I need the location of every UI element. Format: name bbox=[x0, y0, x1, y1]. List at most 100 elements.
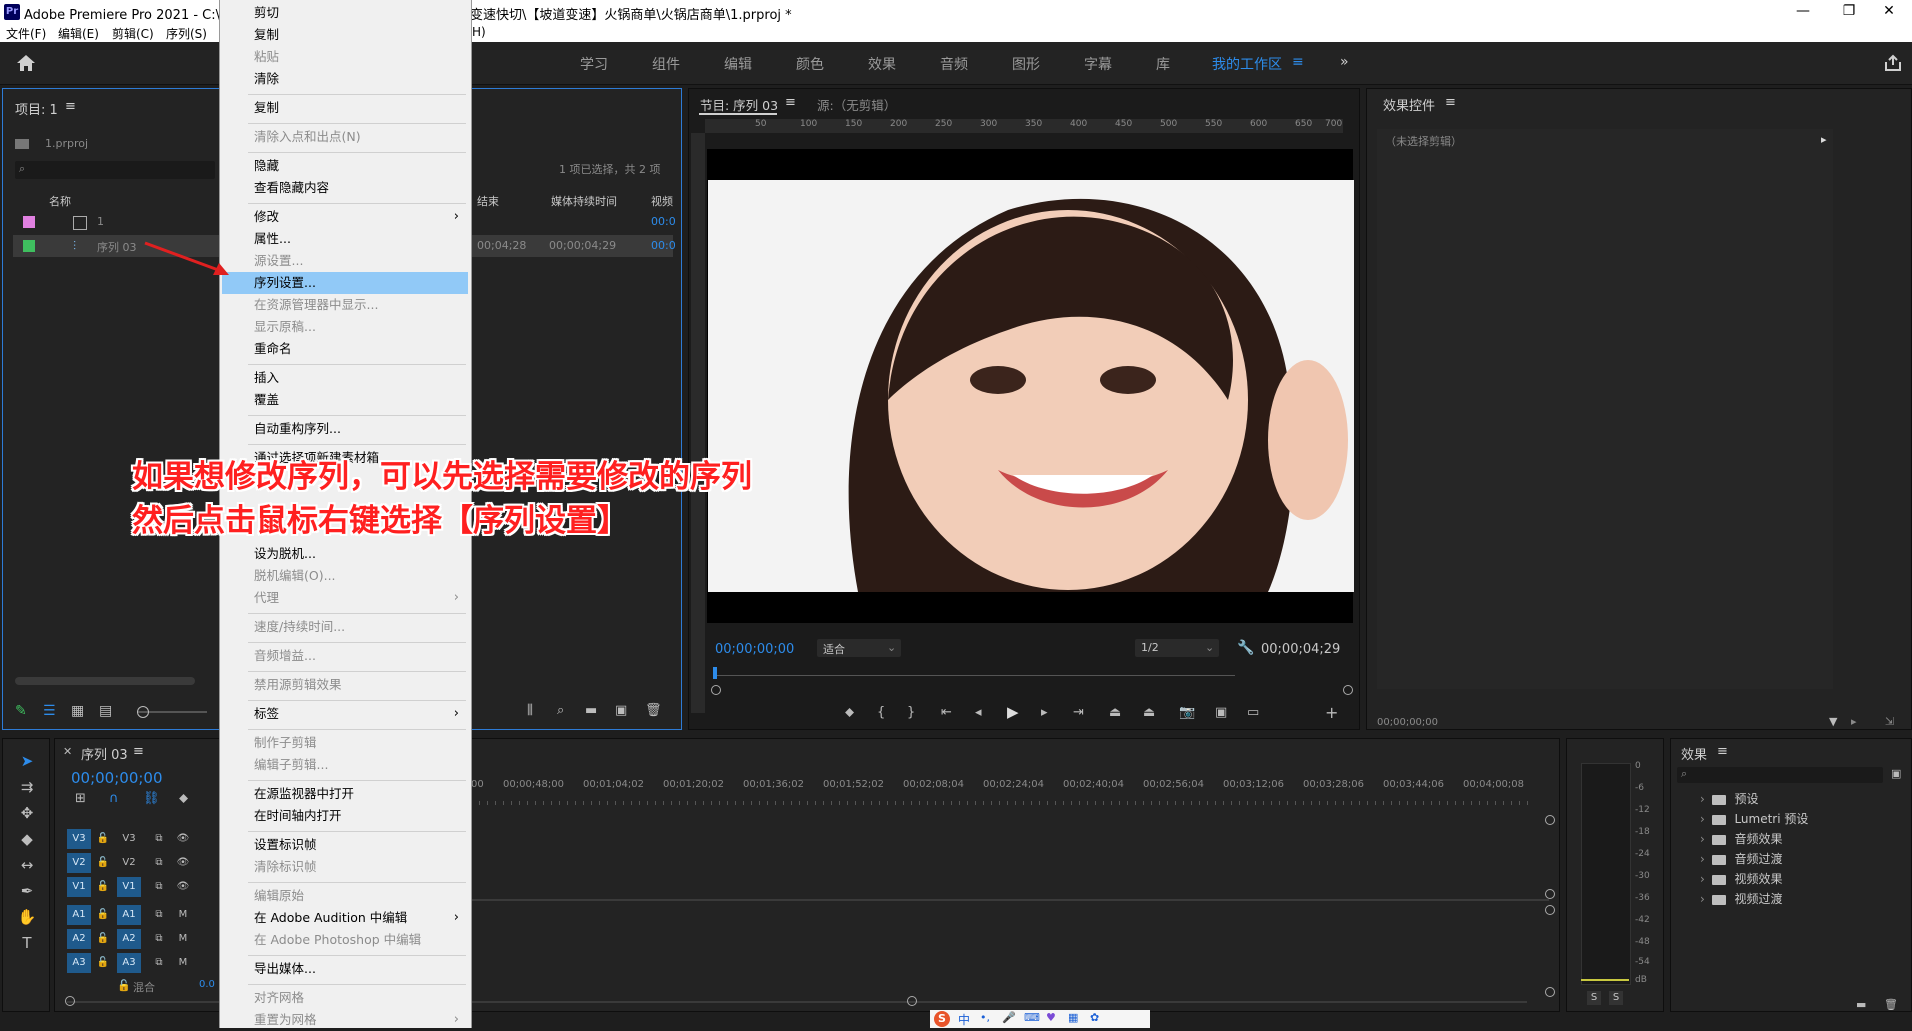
ctx-edit-in-photoshop[interactable]: 在 Adobe Photoshop 中编辑 bbox=[220, 929, 471, 951]
selection-tool-icon[interactable]: ➤ bbox=[17, 751, 37, 771]
settings-icon[interactable]: ✿ bbox=[1090, 1011, 1099, 1024]
track-target-v3[interactable]: V3 bbox=[67, 829, 91, 849]
ctx-hide[interactable]: 隐藏 bbox=[220, 155, 471, 177]
workspace-tab-editing[interactable]: 编辑 bbox=[724, 54, 752, 74]
go-to-out-icon[interactable]: ⇥ bbox=[1073, 705, 1084, 720]
freeform-view-icon[interactable]: ▤ bbox=[99, 703, 112, 719]
close-button[interactable]: ✕ bbox=[1866, 0, 1912, 24]
menu-file[interactable]: 文件(F) bbox=[6, 25, 46, 42]
source-monitor-tab[interactable]: 源:（无剪辑） bbox=[817, 95, 896, 114]
mic-icon[interactable]: 🎤 bbox=[1002, 1011, 1016, 1024]
new-bin-icon[interactable]: ▬ bbox=[585, 703, 597, 718]
scroll-handle[interactable] bbox=[1545, 889, 1555, 899]
track-target-a3[interactable]: A3 bbox=[67, 953, 91, 973]
ctx-copy[interactable]: 复制 bbox=[220, 24, 471, 46]
track-select-tool-icon[interactable]: ⇉ bbox=[17, 777, 37, 797]
timeline-menu-icon[interactable]: ≡ bbox=[133, 744, 144, 759]
ctx-make-subclip[interactable]: 制作子剪辑 bbox=[220, 732, 471, 754]
zoom-handle-right[interactable] bbox=[907, 996, 917, 1006]
column-header-duration[interactable]: 媒体持续时间 bbox=[551, 193, 617, 209]
linked-selection-icon[interactable]: ⛓ bbox=[143, 791, 160, 806]
list-view-icon[interactable]: ☰ bbox=[43, 703, 56, 719]
scroll-handle[interactable] bbox=[1545, 905, 1555, 915]
ctx-export-media[interactable]: 导出媒体... bbox=[220, 958, 471, 980]
sync-lock-icon[interactable]: ⧉ bbox=[147, 853, 171, 873]
eye-icon[interactable]: 👁 bbox=[171, 829, 195, 849]
workspace-tab-graphics[interactable]: 图形 bbox=[1012, 54, 1040, 74]
sync-lock-icon[interactable]: ⧉ bbox=[147, 953, 171, 973]
solo-left-button[interactable]: S bbox=[1587, 991, 1601, 1005]
effects-item-video-effects[interactable]: › 视频效果 bbox=[1700, 870, 1782, 887]
snap-icon[interactable]: ∩ bbox=[109, 791, 119, 806]
program-monitor-title[interactable]: 节目: 序列 03 bbox=[700, 95, 778, 114]
type-tool-icon[interactable]: T bbox=[17, 933, 37, 953]
sogou-ime-icon[interactable]: S bbox=[934, 1011, 950, 1027]
column-header-video[interactable]: 视频 bbox=[651, 193, 673, 209]
ctx-reveal-original[interactable]: 显示原稿... bbox=[220, 316, 471, 338]
effects-search-input[interactable]: ⌕ bbox=[1677, 767, 1883, 783]
ctx-label[interactable]: 标签 › bbox=[220, 703, 471, 725]
eye-icon[interactable]: 👁 bbox=[171, 853, 195, 873]
effects-item-audio-transitions[interactable]: › 音频过渡 bbox=[1700, 850, 1782, 867]
track-target-a2[interactable]: A2 bbox=[67, 929, 91, 949]
zoom-handle-left[interactable] bbox=[711, 685, 721, 695]
track-label-v1[interactable]: V1 bbox=[117, 877, 141, 897]
program-scrub-bar[interactable] bbox=[715, 675, 1235, 676]
safe-margins-icon[interactable]: ▭ bbox=[1247, 705, 1259, 720]
fit-dropdown[interactable]: 适合 ⌄ bbox=[817, 639, 901, 657]
minimize-button[interactable]: — bbox=[1780, 0, 1826, 24]
sync-lock-icon[interactable]: ⧉ bbox=[147, 929, 171, 949]
track-label-a3[interactable]: A3 bbox=[117, 953, 141, 973]
lift-icon[interactable]: ⏏ bbox=[1109, 705, 1121, 720]
effects-item-video-transitions[interactable]: › 视频过渡 bbox=[1700, 890, 1782, 907]
close-tab-icon[interactable]: ✕ bbox=[63, 745, 72, 758]
ctx-paste[interactable]: 粘贴 bbox=[220, 46, 471, 68]
find-icon[interactable]: ⌕ bbox=[557, 703, 564, 718]
program-playhead[interactable] bbox=[713, 667, 717, 679]
workspace-tab-captions[interactable]: 字幕 bbox=[1084, 54, 1112, 74]
pencil-icon[interactable]: ✎ bbox=[15, 703, 27, 719]
column-header-end[interactable]: 结束 bbox=[477, 193, 499, 209]
trash-icon[interactable]: 🗑 bbox=[1884, 998, 1898, 1011]
hand-tool-icon[interactable]: ✋ bbox=[17, 907, 37, 927]
project-search-input[interactable]: ⌕ bbox=[15, 161, 215, 179]
lock-icon[interactable]: 🔓 bbox=[91, 829, 115, 849]
zoom-handle-left[interactable] bbox=[65, 996, 75, 1006]
ctx-clear-in-out[interactable]: 清除入点和出点(N) bbox=[220, 126, 471, 148]
home-icon[interactable] bbox=[16, 54, 36, 72]
chevron-right-icon[interactable]: ▸ bbox=[1821, 133, 1827, 146]
quality-dropdown[interactable]: 1/2 ⌄ bbox=[1135, 639, 1219, 657]
track-target-v2[interactable]: V2 bbox=[67, 853, 91, 873]
ctx-make-offline[interactable]: 设为脱机... bbox=[220, 543, 471, 565]
mark-in-icon[interactable]: { bbox=[877, 705, 885, 720]
ripple-edit-tool-icon[interactable]: ✥ bbox=[17, 803, 37, 823]
toolbox-icon[interactable]: ▦ bbox=[1068, 1011, 1078, 1024]
go-to-in-icon[interactable]: ⇤ bbox=[941, 705, 952, 720]
mute-button[interactable]: M bbox=[171, 929, 195, 949]
keyboard-icon[interactable]: ⌨ bbox=[1024, 1011, 1040, 1024]
ctx-duplicate[interactable]: 复制 bbox=[220, 97, 471, 119]
workspace-tab-audio[interactable]: 音频 bbox=[940, 54, 968, 74]
workspace-tab-my-workspace[interactable]: 我的工作区 bbox=[1212, 54, 1282, 74]
sync-lock-icon[interactable]: ⧉ bbox=[147, 905, 171, 925]
menu-sequence[interactable]: 序列(S) bbox=[166, 25, 207, 42]
trash-icon[interactable]: 🗑 bbox=[645, 703, 662, 718]
lock-icon[interactable]: 🔓 bbox=[91, 877, 115, 897]
eye-icon[interactable]: 👁 bbox=[171, 877, 195, 897]
ctx-open-in-timeline[interactable]: 在时间轴内打开 bbox=[220, 805, 471, 827]
slip-tool-icon[interactable]: ↔ bbox=[17, 855, 37, 875]
ctx-clear-poster-frame[interactable]: 清除标识帧 bbox=[220, 856, 471, 878]
track-label-a1[interactable]: A1 bbox=[117, 905, 141, 925]
effect-controls-title[interactable]: 效果控件 bbox=[1383, 95, 1435, 114]
share-icon[interactable] bbox=[1884, 54, 1902, 72]
workspace-tab-libraries[interactable]: 库 bbox=[1156, 54, 1170, 74]
ctx-cut[interactable]: 剪切 bbox=[220, 2, 471, 24]
workspace-overflow-icon[interactable]: » bbox=[1340, 54, 1349, 70]
extract-icon[interactable]: ⏏ bbox=[1143, 705, 1155, 720]
workspace-tab-effects[interactable]: 效果 bbox=[868, 54, 896, 74]
workspace-menu-icon[interactable]: ≡ bbox=[1292, 54, 1304, 70]
new-item-icon[interactable]: ▣ bbox=[615, 703, 627, 718]
ctx-rename[interactable]: 重命名 bbox=[220, 338, 471, 360]
ctx-properties[interactable]: 属性... bbox=[220, 228, 471, 250]
new-custom-bin-icon[interactable]: ▬ bbox=[1856, 998, 1866, 1011]
